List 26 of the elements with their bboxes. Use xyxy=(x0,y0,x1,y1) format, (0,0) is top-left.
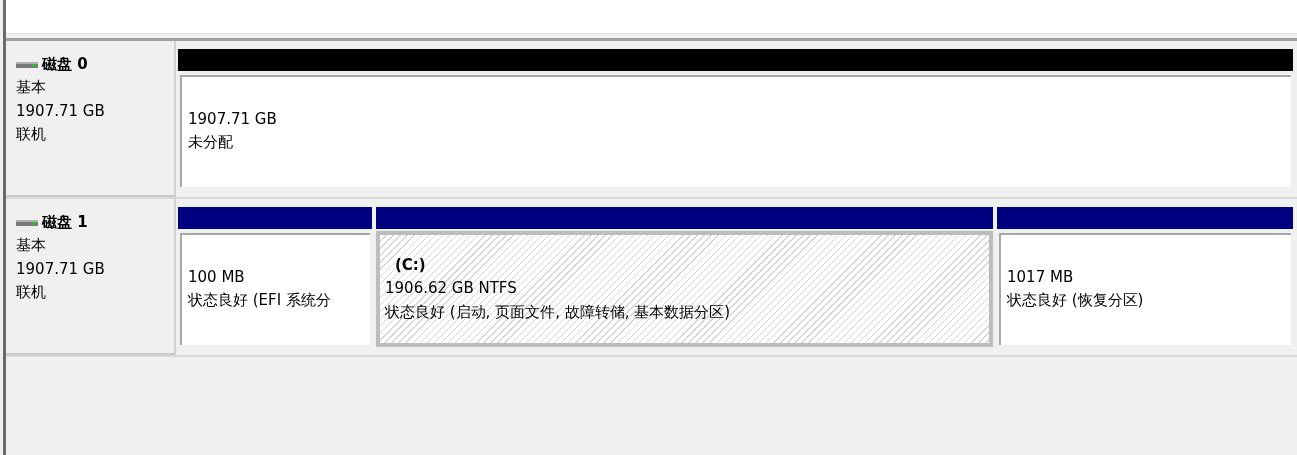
partition-status: 状态良好 (恢复分区) xyxy=(1007,290,1144,311)
disk-name: 磁盘 1 xyxy=(42,212,88,233)
disk-drive-icon xyxy=(16,218,38,227)
partition-status: 状态良好 (EFI 系统分 xyxy=(188,290,331,311)
disk-type: 基本 xyxy=(16,235,47,257)
disk-drive-icon xyxy=(16,60,38,69)
partition-block[interactable]: 100 MB 状态良好 (EFI 系统分 xyxy=(178,231,372,347)
disk-size: 1907.71 GB xyxy=(16,100,106,122)
partition-block[interactable]: 1907.71 GB 未分配 xyxy=(178,73,1293,189)
partition-size: 1907.71 GB xyxy=(188,108,277,130)
disk-type: 基本 xyxy=(16,77,47,99)
partition-size: 100 MB xyxy=(188,266,245,288)
disk-label-panel[interactable]: 磁盘 0 基本 1907.71 GB 联机 xyxy=(6,41,176,197)
partition-status: 状态良好 (启动, 页面文件, 故障转储, 基本数据分区) xyxy=(385,301,731,323)
partition-block[interactable]: 1017 MB 状态良好 (恢复分区) xyxy=(997,231,1293,347)
partition-label: (C:) xyxy=(394,255,426,277)
disk-name: 磁盘 0 xyxy=(42,54,88,75)
partition-status: 未分配 xyxy=(188,132,233,153)
partition-size: 1906.62 GB NTFS xyxy=(385,278,517,300)
disk-status: 联机 xyxy=(16,123,47,145)
disk-size: 1907.71 GB xyxy=(16,258,106,280)
partition-size: 1017 MB xyxy=(1007,266,1074,288)
partition-block[interactable]: (C:) 1906.62 GB NTFS 状态良好 (启动, 页面文件, 故障转储, 基本数据分区) xyxy=(376,231,993,347)
splitter-bar[interactable] xyxy=(6,33,1297,41)
disk-status: 联机 xyxy=(16,281,47,303)
disk-label-panel[interactable]: 磁盘 1 基本 1907.71 GB 联机 xyxy=(6,199,176,355)
